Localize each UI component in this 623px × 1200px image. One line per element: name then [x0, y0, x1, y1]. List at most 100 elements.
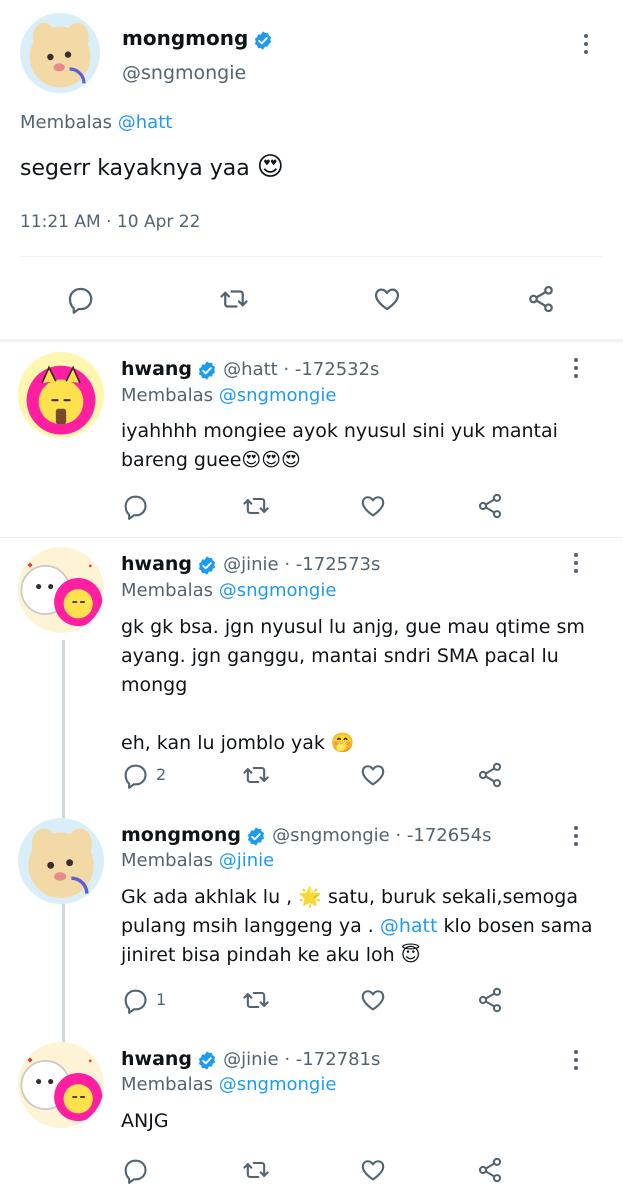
like-icon — [361, 1160, 385, 1181]
share-button[interactable] — [473, 1153, 507, 1187]
retweet-button[interactable] — [239, 1153, 273, 1187]
like-button[interactable] — [356, 983, 390, 1017]
divider — [20, 256, 602, 257]
reply-avatar[interactable] — [18, 1042, 104, 1128]
main-tweet-reply-context: Membalas @hatt — [20, 112, 172, 133]
reply-prefix: Membalas — [121, 385, 214, 406]
share-button[interactable] — [473, 983, 507, 1017]
divider — [0, 537, 623, 538]
share-icon — [478, 1157, 502, 1183]
main-tweet-author-name[interactable]: mongmong — [122, 26, 274, 52]
retweet-icon — [243, 497, 269, 515]
share-button[interactable] — [473, 489, 507, 523]
reply-avatar[interactable] — [18, 352, 104, 438]
retweet-icon — [220, 290, 248, 308]
reply-to-mention[interactable]: @hatt — [118, 112, 173, 133]
share-icon — [529, 285, 553, 313]
reply-text: Gk ada akhlak lu , 🌟 satu, buruk sekali,… — [121, 883, 593, 970]
share-icon — [478, 987, 502, 1013]
reply-header: mongmong @sngmongie · -172654s — [121, 824, 492, 848]
like-button[interactable] — [356, 1153, 390, 1187]
reply-text: iyahhhh mongiee ayok nyusul sini yuk man… — [121, 417, 558, 475]
reply-count: 2 — [156, 765, 167, 784]
author-handle[interactable]: @sngmongie — [272, 825, 390, 846]
retweet-button[interactable] — [239, 489, 273, 523]
heart-eyes-emoji: 😍 — [256, 152, 284, 182]
author-name[interactable]: hwang — [121, 553, 192, 575]
share-icon — [478, 762, 502, 788]
author-name[interactable]: hwang — [121, 358, 192, 380]
verified-badge-icon — [254, 29, 273, 51]
like-icon — [361, 496, 385, 517]
more-icon[interactable] — [572, 358, 580, 378]
tweet-time: · -172532s — [277, 359, 380, 380]
more-icon[interactable] — [572, 553, 580, 573]
reply-button[interactable] — [118, 983, 152, 1017]
reply-text: gk gk bsa. jgn nyusul lu anjg, gue mau q… — [121, 613, 585, 758]
more-icon[interactable] — [582, 34, 590, 54]
reply-button[interactable] — [118, 1153, 152, 1187]
share-button[interactable] — [473, 758, 507, 792]
reply-text: ANJG — [121, 1107, 169, 1136]
more-icon[interactable] — [572, 1050, 580, 1070]
text-line: pulang msih langgeng ya . — [121, 915, 380, 937]
reply-prefix: Membalas — [121, 850, 214, 871]
reply-icon — [124, 989, 147, 1014]
main-tweet-handle[interactable]: @sngmongie — [122, 62, 246, 84]
main-tweet-avatar[interactable] — [20, 13, 100, 93]
tweet-time: · -172573s — [278, 554, 381, 575]
author-name[interactable]: mongmong — [121, 824, 241, 846]
tweet-text: segerr kayaknya yaa — [20, 156, 250, 181]
reply-avatar[interactable] — [18, 818, 104, 904]
like-button[interactable] — [370, 282, 404, 316]
divider — [0, 339, 623, 342]
share-button[interactable] — [524, 282, 558, 316]
more-icon[interactable] — [572, 826, 580, 846]
reply-context: Membalas @sngmongie — [121, 385, 336, 406]
like-icon — [374, 288, 400, 311]
reply-button[interactable] — [63, 282, 97, 316]
tweet-time: · -172654s — [389, 825, 492, 846]
retweet-icon — [243, 766, 269, 784]
share-icon — [478, 493, 502, 519]
reply-button[interactable] — [118, 758, 152, 792]
like-button[interactable] — [356, 758, 390, 792]
reply-to-mention[interactable]: @jinie — [219, 850, 275, 871]
reply-prefix: Membalas — [20, 112, 113, 133]
reply-avatar[interactable] — [18, 547, 104, 633]
reply-context: Membalas @sngmongie — [121, 1074, 336, 1095]
retweet-icon — [243, 991, 269, 1009]
verified-badge-icon — [198, 1049, 217, 1071]
reply-icon — [124, 1159, 147, 1184]
retweet-icon — [243, 1161, 269, 1179]
text-line: mongg — [121, 674, 188, 696]
verified-badge-icon — [198, 359, 217, 381]
reply-context: Membalas @sngmongie — [121, 580, 336, 601]
reply-icon — [124, 495, 147, 520]
like-button[interactable] — [356, 489, 390, 523]
author-name[interactable]: hwang — [121, 1048, 192, 1070]
reply-header: hwang @jinie · -172573s — [121, 553, 380, 577]
text-line: gk gk bsa. jgn nyusul lu anjg, gue mau q… — [121, 616, 585, 638]
reply-to-mention[interactable]: @sngmongie — [219, 580, 337, 601]
author-handle[interactable]: @jinie — [223, 554, 279, 575]
main-tweet-text: segerr kayaknya yaa 😍 — [20, 152, 284, 182]
reply-to-mention[interactable]: @sngmongie — [219, 385, 337, 406]
reply-button[interactable] — [118, 489, 152, 523]
reply-to-mention[interactable]: @sngmongie — [219, 1074, 337, 1095]
main-tweet-timestamp[interactable]: 11:21 AM · 10 Apr 22 — [20, 212, 200, 232]
retweet-button[interactable] — [239, 758, 273, 792]
reply-count: 1 — [156, 990, 167, 1009]
author-name: mongmong — [122, 26, 249, 50]
inline-mention[interactable]: @hatt — [380, 915, 438, 937]
tweet-time: · -172781s — [278, 1049, 381, 1070]
author-handle[interactable]: @jinie — [223, 1049, 279, 1070]
text-line: eh, kan lu jomblo yak 🤭 — [121, 732, 355, 754]
retweet-button[interactable] — [239, 983, 273, 1017]
retweet-button[interactable] — [217, 282, 251, 316]
reply-prefix: Membalas — [121, 1074, 214, 1095]
reply-context: Membalas @jinie — [121, 850, 274, 871]
author-handle[interactable]: @hatt — [223, 359, 278, 380]
text-line: jiniret bisa pindah ke aku loh 😇 — [121, 944, 421, 966]
like-icon — [361, 765, 385, 786]
